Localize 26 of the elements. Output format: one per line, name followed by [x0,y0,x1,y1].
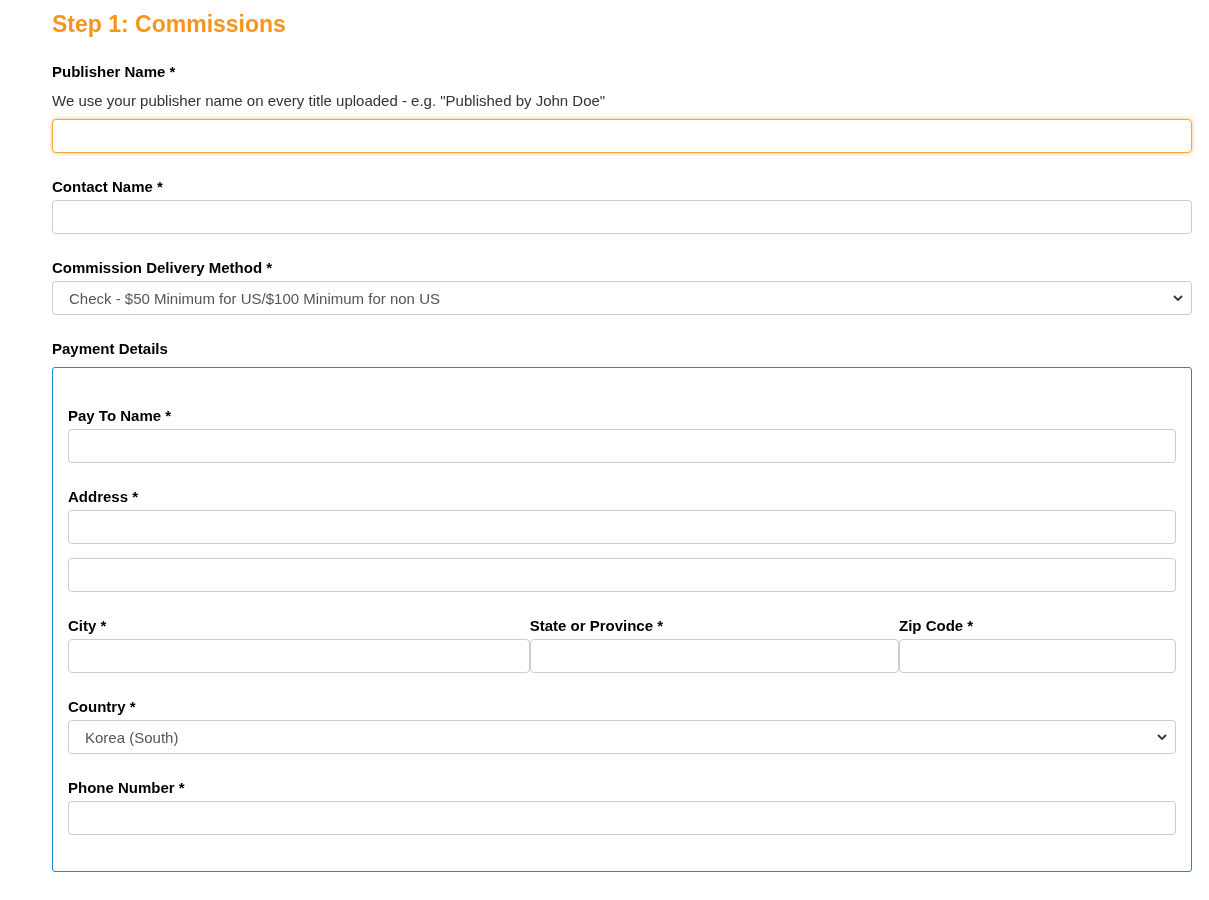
field-label: Phone Number * [68,778,186,798]
input-field[interactable] [68,558,1176,592]
input-field[interactable] [68,510,1176,544]
section-label: Payment Details [52,339,169,359]
input-field[interactable] [529,639,899,673]
chevron-down-icon [1157,734,1167,740]
input-field[interactable] [52,200,1192,234]
input-field[interactable] [68,801,1176,835]
input-field[interactable] [68,429,1176,463]
field-label: Country * [68,697,137,717]
field-label: Publisher Name * [52,62,177,82]
field-label: Contact Name * [52,177,164,197]
help-text: We use your publisher name on every title uploaded - e.g. "Published by John Doe" [52,91,607,111]
input-field[interactable] [899,639,1176,673]
field-label: City * [68,616,108,636]
dropdown-field[interactable]: Check - $50 Minimum for US/$100 Minimum for non US [52,281,1192,315]
step-heading: Step 1: Commissions [52,10,287,39]
field-label: Pay To Name * [68,406,173,426]
field-label: Commission Delivery Method * [52,258,274,278]
field-label: Address * [68,487,140,507]
input-field[interactable] [68,639,530,673]
field-label: State or Province * [529,616,665,636]
field-label: Zip Code * [899,616,975,636]
chevron-down-icon [1173,295,1183,301]
dropdown-field[interactable]: Korea (South) [68,720,1176,754]
input-field[interactable] [52,119,1192,153]
